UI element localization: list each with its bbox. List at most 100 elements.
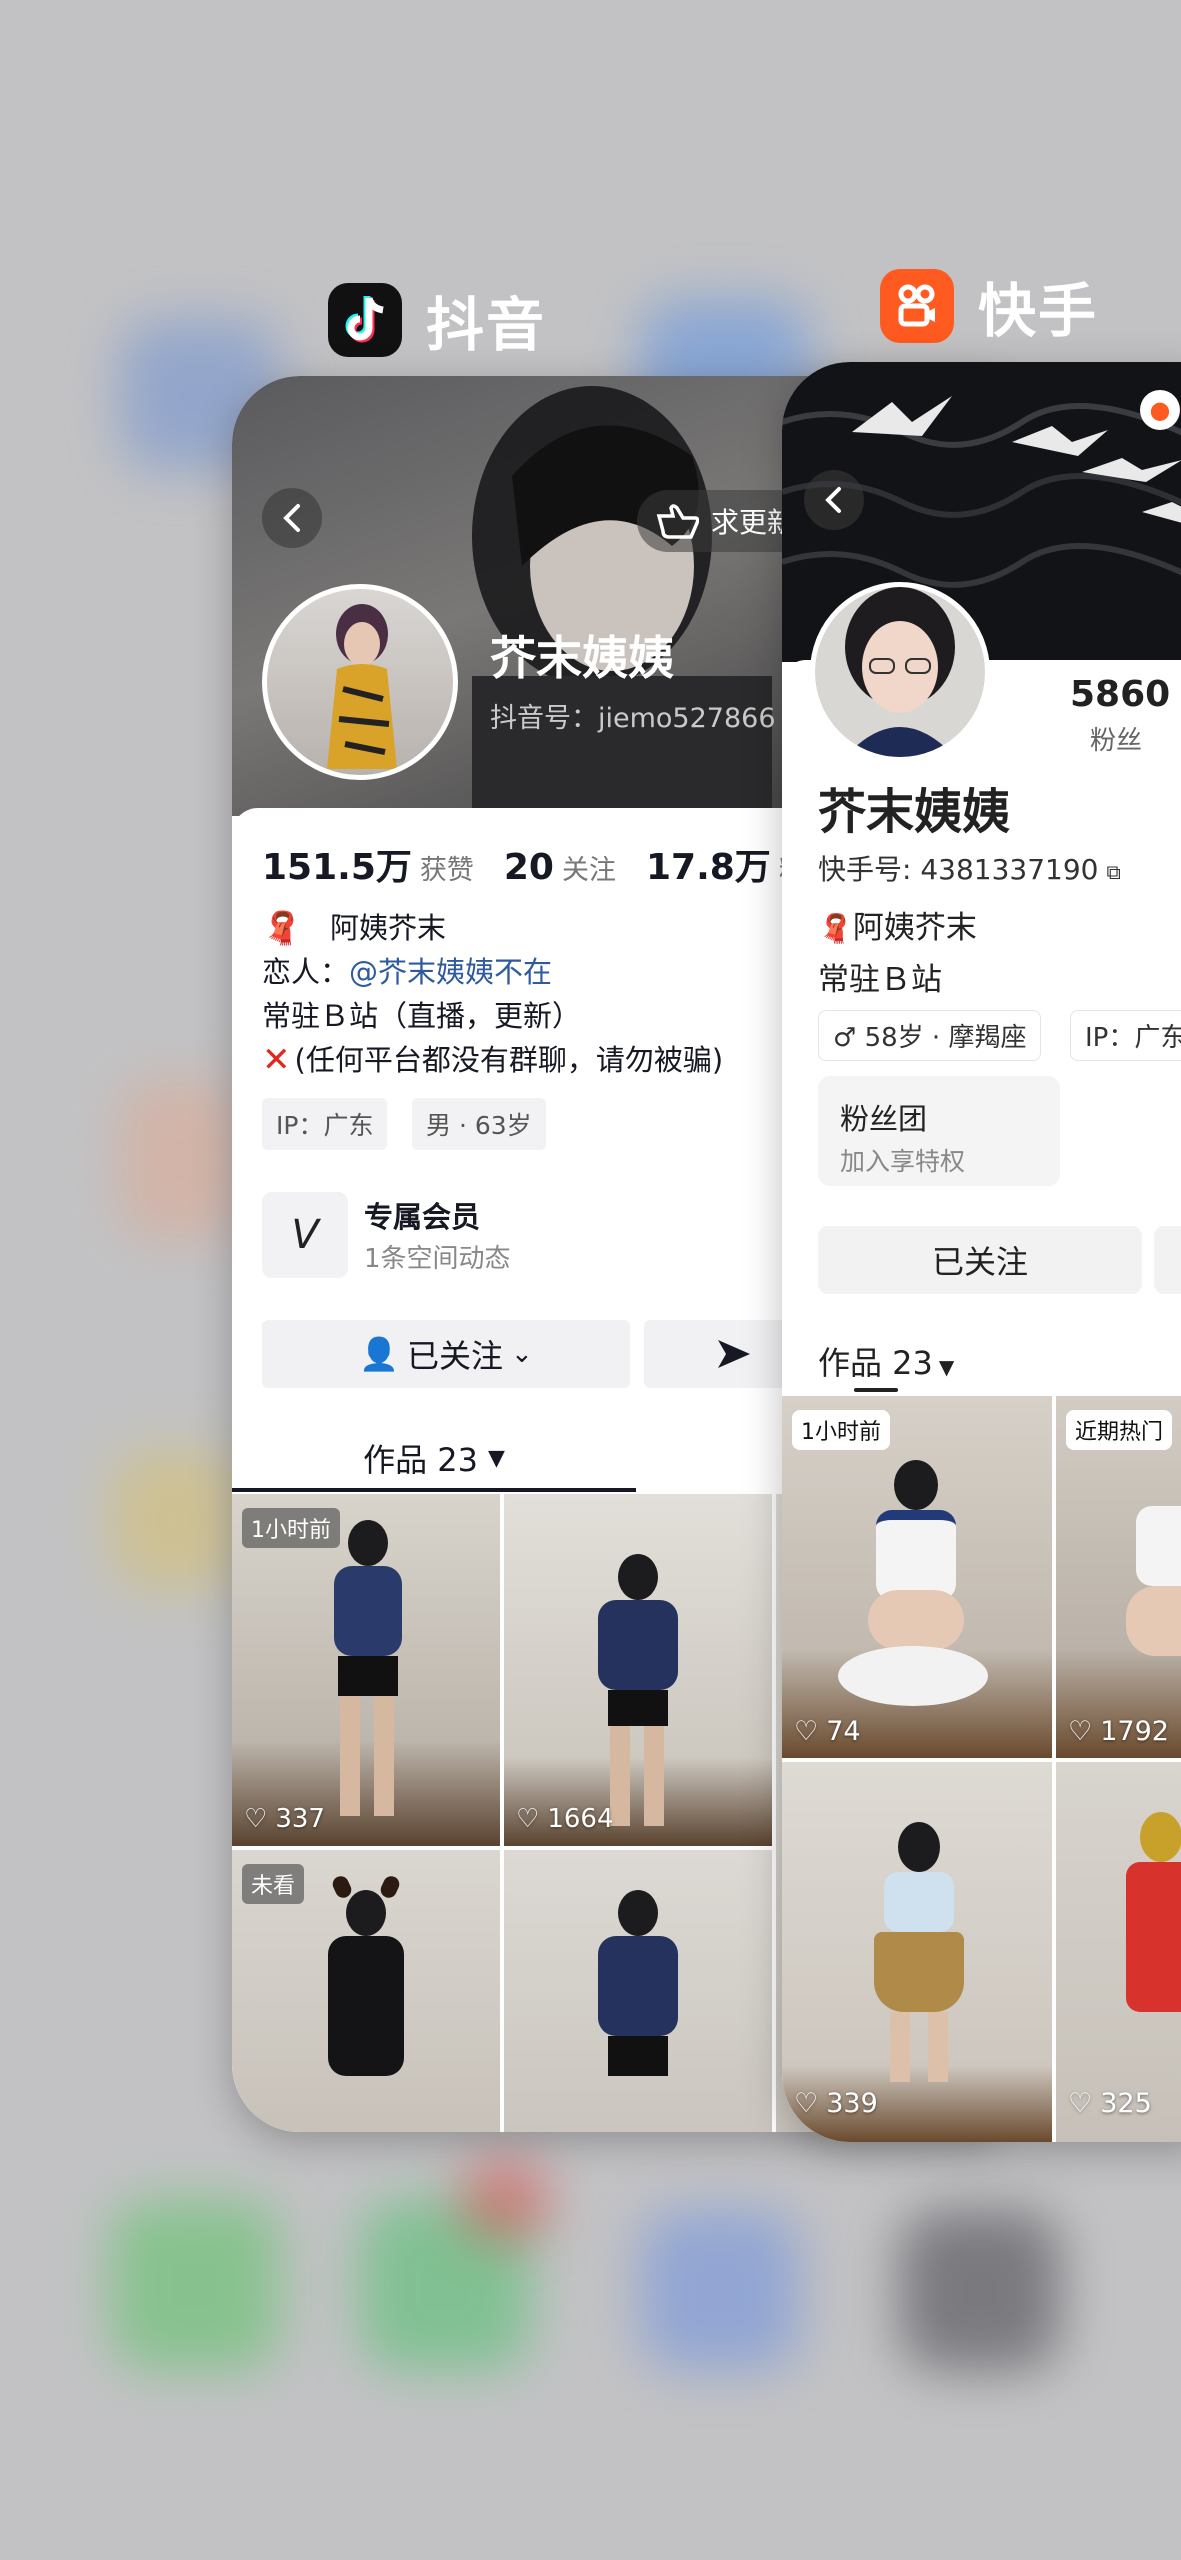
likes-count[interactable]: 151.5万 — [262, 838, 412, 890]
thumb-tag: 1小时前 — [792, 1410, 890, 1450]
scarf-emoji-icon: 🧣 — [262, 909, 302, 947]
douyin-video-thumb[interactable]: ♡ 1664 — [504, 1494, 772, 1846]
pointing-hand-icon — [656, 504, 699, 539]
kuaishou-fans-count[interactable]: 5860 — [1070, 674, 1170, 715]
douyin-chip-age: 男 · 63岁 — [412, 1098, 546, 1150]
douyin-back-button[interactable] — [262, 488, 322, 548]
douyin-chip-ip: IP：广东 — [262, 1098, 388, 1150]
thumb-likes: ♡ 339 — [794, 2088, 878, 2119]
bio-line-4: (任何平台都没有群聊，请勿被骗) — [294, 1043, 724, 1077]
blurred-dock-app — [640, 2210, 800, 2370]
person-figure — [1126, 1456, 1181, 1696]
blurred-badge — [460, 2160, 550, 2240]
douyin-follow-button[interactable]: 👤 已关注 ⌄ — [262, 1320, 630, 1388]
works-tab-label: 作品 23 — [818, 1344, 933, 1382]
kuaishou-bio-line-1: 🧣阿姨芥末 — [818, 910, 977, 946]
douyin-app-icon — [328, 283, 402, 357]
member-title: 专属会员 — [364, 1200, 481, 1234]
fans-count[interactable]: 17.8万 — [646, 838, 771, 890]
douyin-video-thumb[interactable]: 1小时前 ♡ 337 — [232, 1494, 500, 1846]
heart-icon: ♡ — [244, 1804, 268, 1834]
thumb-likes: ♡ 337 — [244, 1804, 325, 1834]
person-figure — [874, 1822, 964, 2082]
heart-icon: ♡ — [516, 1804, 540, 1834]
chevron-down-icon: ⌄ — [511, 1339, 533, 1369]
caret-down-icon: ▼ — [487, 1445, 505, 1471]
thumb-likes: ♡ 1792 — [1068, 1716, 1169, 1747]
fan-group-subtitle: 加入享特权 — [840, 1147, 966, 1176]
kuaishou-app-icon — [880, 269, 954, 343]
heart-icon: ♡ — [794, 2088, 819, 2119]
following-count[interactable]: 20 — [504, 847, 554, 888]
likes-label: 获赞 — [419, 855, 474, 886]
douyin-app-name: 抖音 — [426, 291, 547, 359]
blurred-dock-app — [900, 2210, 1060, 2370]
kuaishou-nickname: 芥末姨姨 — [818, 784, 1011, 840]
kuaishou-bio-line-2: 常驻Ｂ站 — [818, 962, 942, 998]
back-arrow-icon — [825, 487, 841, 513]
bio-line-1: 阿姨芥末 — [330, 911, 447, 945]
member-subtitle: 1条空间动态 — [364, 1244, 511, 1274]
douyin-switcher-header[interactable]: 抖音 — [328, 278, 546, 362]
kuaishou-message-button[interactable] — [1154, 1226, 1181, 1294]
follow-button-label: 已关注 — [407, 1337, 504, 1375]
thumb-tag: 1小时前 — [242, 1508, 340, 1548]
heart-icon: ♡ — [794, 1716, 819, 1747]
stool-shape — [838, 1646, 988, 1706]
works-tab-indicator — [854, 1388, 898, 1392]
thumb-tag: 近期热门 — [1066, 1410, 1173, 1450]
douyin-video-thumb[interactable]: 未看 — [232, 1850, 500, 2132]
blurred-bg-app — [110, 1450, 240, 1590]
blurred-bg-app — [120, 1080, 240, 1240]
heart-icon: ♡ — [1068, 1716, 1093, 1747]
person-figure — [598, 1554, 678, 1826]
scarf-emoji-icon: 🧣 — [818, 912, 853, 945]
person-figure — [1126, 1812, 1181, 2072]
thumb-tag: 未看 — [242, 1864, 305, 1904]
kuaishou-video-thumb[interactable]: 近期热门 ♡ 1792 — [1056, 1396, 1181, 1758]
followed-person-icon: 👤 — [359, 1335, 400, 1373]
kuaishou-fans-label: 粉丝 — [1090, 726, 1143, 756]
kuaishou-works-tab[interactable]: 作品 23 ▼ — [818, 1338, 954, 1384]
person-figure — [324, 1873, 408, 2130]
person-figure — [598, 1890, 678, 2130]
kuaishou-video-thumb[interactable]: 1小时前 ♡ 74 — [782, 1396, 1052, 1758]
kuaishou-avatar[interactable] — [810, 582, 990, 762]
douyin-nickname: 芥末姨姨 — [490, 631, 674, 685]
douyin-works-tab[interactable]: 作品 23 ▼ — [232, 1426, 636, 1490]
kuaishou-id[interactable]: 快手号: 4381337190 ⧉ — [818, 848, 1121, 888]
douyin-video-thumb[interactable] — [504, 1850, 772, 2132]
kuaishou-fan-group[interactable]: 粉丝团 加入享特权 — [818, 1076, 1060, 1186]
kuaishou-chip-age: ♂ 58岁 · 摩羯座 — [818, 1010, 1042, 1061]
thumb-likes: ♡ 325 — [1068, 2088, 1152, 2119]
bio-lover-mention-link[interactable]: @芥末姨姨不在 — [349, 955, 552, 989]
thumb-likes: ♡ 1664 — [516, 1804, 614, 1834]
douyin-id[interactable]: 抖音号：jiemo527866 — [490, 696, 776, 735]
works-tab-label: 作品 23 — [363, 1441, 478, 1479]
following-label: 关注 — [561, 855, 616, 886]
kuaishou-back-button[interactable] — [804, 470, 864, 530]
copy-icon[interactable]: ⧉ — [1106, 860, 1120, 884]
heart-icon: ♡ — [1068, 2088, 1093, 2119]
kuaishou-app-card[interactable]: ● 5860 粉丝 芥末姨姨 快手号: 4381337190 ⧉ 🧣阿姨芥末 常驻… — [782, 362, 1181, 2142]
bio-line-3: 常驻Ｂ站（直播，更新） — [262, 999, 582, 1033]
send-icon — [718, 1340, 750, 1368]
blurred-dock-app — [110, 2200, 280, 2370]
thumb-likes: ♡ 74 — [794, 1716, 861, 1747]
person-figure — [328, 1520, 408, 1820]
kuaishou-video-thumb[interactable]: ♡ 325 — [1056, 1762, 1181, 2142]
kuaishou-app-name: 快手 — [978, 277, 1099, 345]
douyin-bio: 🧣 阿姨芥末 恋人：@芥末姨姨不在 常驻Ｂ站（直播，更新） ✕ (任何平台都没有… — [262, 906, 723, 1082]
caret-down-icon: ▼ — [938, 1355, 955, 1379]
back-arrow-icon — [283, 504, 300, 532]
kuaishou-follow-button[interactable]: 已关注 — [818, 1226, 1142, 1294]
kuaishou-badge-icon: ● — [1140, 390, 1180, 430]
fan-group-title: 粉丝团 — [840, 1102, 928, 1136]
douyin-avatar[interactable] — [262, 584, 458, 780]
kuaishou-switcher-header[interactable]: 快手 — [880, 264, 1098, 348]
cross-mark-icon: ✕ — [262, 1040, 291, 1080]
works-tab-indicator — [232, 1488, 636, 1492]
kuaishou-chip-ip: IP：广东 — [1070, 1010, 1181, 1061]
douyin-stats-row: 151.5万 获赞 20 关注 17.8万 粉丝 — [262, 838, 833, 890]
kuaishou-video-thumb[interactable]: ♡ 339 — [782, 1762, 1052, 2142]
